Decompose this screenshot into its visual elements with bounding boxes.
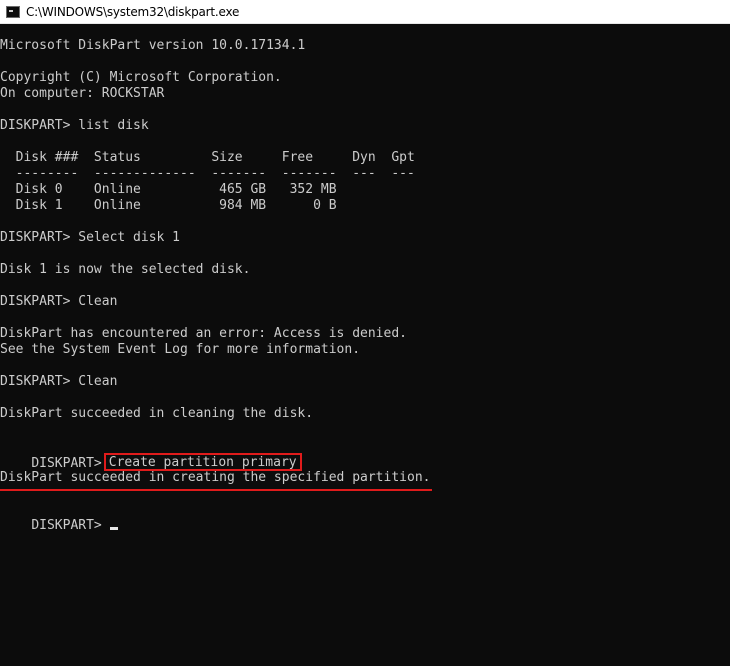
console-line-highlighted: DISKPART> Create partition primary <box>0 438 302 471</box>
text-cursor <box>109 527 118 530</box>
console-icon <box>6 5 20 18</box>
console-line: -------- ------------- ------- ------- -… <box>0 166 415 181</box>
console-line: Microsoft DiskPart version 10.0.17134.1 <box>0 38 306 53</box>
title-bar: C:\WINDOWS\system32\diskpart.exe <box>0 0 730 24</box>
console-line: DiskPart has encountered an error: Acces… <box>0 326 407 341</box>
console-line: DISKPART> Clean <box>0 374 118 389</box>
final-prompt: DISKPART> <box>31 518 102 533</box>
console-line: DISKPART> Select disk 1 <box>0 230 181 245</box>
console-line: DISKPART> Clean <box>0 294 118 309</box>
console-output[interactable]: Microsoft DiskPart version 10.0.17134.1 C… <box>0 24 730 666</box>
console-line: DiskPart succeeded in cleaning the disk. <box>0 406 314 421</box>
window-title: C:\WINDOWS\system32\diskpart.exe <box>26 4 240 19</box>
success-message: DiskPart succeeded in creating the speci… <box>0 470 431 485</box>
console-line: Copyright (C) Microsoft Corporation. <box>0 70 282 85</box>
prompt: DISKPART> <box>31 456 102 471</box>
console-line: Disk 1 is now the selected disk. <box>0 262 251 277</box>
highlighted-command: Create partition primary <box>103 453 302 471</box>
command-prompt[interactable]: DISKPART> <box>0 502 118 533</box>
console-line: Disk 1 Online 984 MB 0 B <box>0 198 337 213</box>
red-underline-annotation <box>0 489 432 491</box>
console-line: Disk ### Status Size Free Dyn Gpt <box>0 150 415 165</box>
console-line: Disk 0 Online 465 GB 352 MB <box>0 182 337 197</box>
console-line: DISKPART> list disk <box>0 118 149 133</box>
console-line: See the System Event Log for more inform… <box>0 342 361 357</box>
console-line: On computer: ROCKSTAR <box>0 86 165 101</box>
